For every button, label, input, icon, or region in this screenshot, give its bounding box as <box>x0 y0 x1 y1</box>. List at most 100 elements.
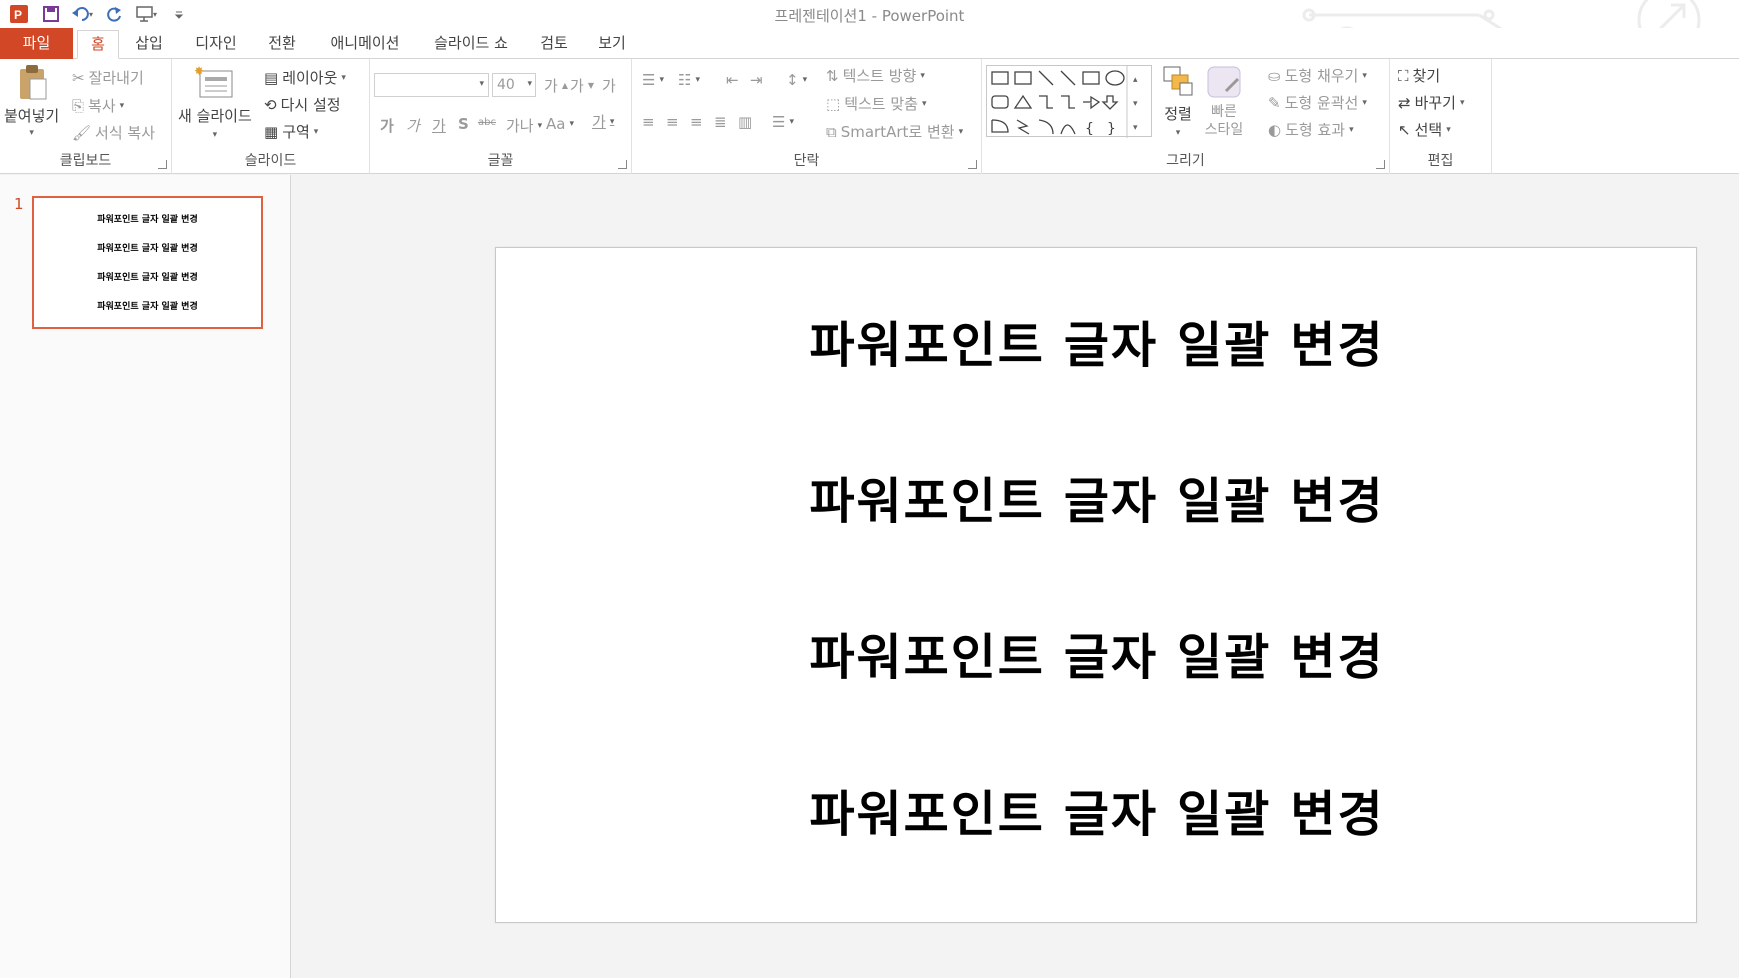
arrange-button[interactable]: 정렬 ▾ <box>1160 63 1196 138</box>
select-caret: ▾ <box>1446 124 1451 135</box>
shape-fill-label: 도형 채우기 <box>1284 67 1359 85</box>
arrange-caret: ▾ <box>1175 128 1181 138</box>
underline-button[interactable]: 가 <box>432 115 446 136</box>
tab-file[interactable]: 파일 <box>0 28 73 59</box>
font-group: ▾ 40 ▾ 가 ▲ 가 ▼ 가 가 가 가 S abc 가나 ▾ Aa ▾ 가 ▾ 글꼴 <box>370 59 632 174</box>
section-label: 구역 <box>282 123 310 141</box>
slide-canvas[interactable]: 파워포인트 글자 일괄 변경 파워포인트 글자 일괄 변경 파워포인트 글자 일… <box>495 247 1697 923</box>
shape-outline-button[interactable]: ✎ 도형 윤곽선 ▾ <box>1268 92 1367 113</box>
svg-text:✸: ✸ <box>194 65 204 78</box>
shape-fill-button[interactable]: ⛀ 도형 채우기 ▾ <box>1268 65 1367 86</box>
slide-thumbnail[interactable]: 파워포인트 글자 일괄 변경 파워포인트 글자 일괄 변경 파워포인트 글자 일… <box>32 196 263 329</box>
align-right-icon[interactable]: ≡ <box>690 113 703 131</box>
copy-button[interactable]: ⎘ 복사 ▾ <box>72 95 124 116</box>
character-spacing-button[interactable]: 가나 ▾ <box>506 115 542 136</box>
shadow-button[interactable]: S <box>458 115 469 133</box>
bold-button[interactable]: 가 <box>380 115 394 136</box>
drawing-launcher-icon[interactable] <box>1376 160 1385 169</box>
paste-button[interactable]: 붙여넣기 ▾ <box>4 63 59 138</box>
format-painter-label: 서식 복사 <box>95 124 156 142</box>
slide-text-line[interactable]: 파워포인트 글자 일괄 변경 <box>496 306 1698 377</box>
decrease-indent-icon[interactable]: ⇤ <box>726 71 739 89</box>
reset-icon: ⟲ <box>264 95 277 114</box>
justify-icon[interactable]: ≣ <box>714 113 727 131</box>
slide-number: 1 <box>14 195 24 213</box>
align-left-icon[interactable]: ≡ <box>642 113 655 131</box>
paintbrush-icon: 🖌 <box>72 123 92 142</box>
text-direction-button[interactable]: ⇅ 텍스트 방향 ▾ <box>826 65 925 86</box>
reset-label: 다시 설정 <box>280 96 341 114</box>
slide-text-line[interactable]: 파워포인트 글자 일괄 변경 <box>496 775 1698 846</box>
font-name-combo[interactable]: ▾ <box>374 73 489 97</box>
strikethrough-button[interactable]: abc <box>478 117 496 128</box>
clipboard-group-label: 클립보드 <box>59 153 112 169</box>
new-slide-label: 새 슬라이드 <box>178 107 252 125</box>
tab-animations[interactable]: 애니메이션 <box>320 30 410 59</box>
new-slide-icon: ✸ <box>194 65 233 98</box>
layout-icon: ▤ <box>264 68 279 87</box>
increase-indent-icon[interactable]: ⇥ <box>750 71 763 89</box>
bullets-icon[interactable]: ☰ ▾ <box>642 71 664 89</box>
tab-view[interactable]: 보기 <box>590 30 634 59</box>
tab-home[interactable]: 홈 <box>77 30 119 59</box>
italic-button[interactable]: 가 <box>406 115 420 136</box>
cut-button[interactable]: ✂ 잘라내기 <box>72 67 144 88</box>
clipboard-launcher-icon[interactable] <box>158 160 167 169</box>
tab-insert[interactable]: 삽입 <box>126 30 172 59</box>
font-name-caret: ▾ <box>479 79 484 89</box>
format-painter-button[interactable]: 🖌 서식 복사 <box>72 122 155 143</box>
slides-group-label: 슬라이드 <box>244 153 297 169</box>
select-button[interactable]: ↖ 선택 ▾ <box>1398 119 1451 140</box>
slide-text-line[interactable]: 파워포인트 글자 일괄 변경 <box>496 618 1698 689</box>
tab-review[interactable]: 검토 <box>532 30 576 59</box>
replace-button[interactable]: ⇄ 바꾸기 ▾ <box>1398 92 1465 113</box>
section-button[interactable]: ▦ 구역 ▾ <box>264 121 318 142</box>
smartart-button[interactable]: ⧉ SmartArt로 변환 ▾ <box>826 121 963 142</box>
drawing-group-label: 그리기 <box>1166 153 1205 169</box>
spacing-caret: ▾ <box>537 120 543 131</box>
arrange-label: 정렬 <box>1164 105 1192 123</box>
slide-text-line[interactable]: 파워포인트 글자 일괄 변경 <box>496 462 1698 533</box>
align-text-label: 텍스트 맞춤 <box>844 95 918 113</box>
change-case-button[interactable]: Aa ▾ <box>546 115 574 133</box>
numbering-icon[interactable]: ☷ ▾ <box>678 71 700 89</box>
pencil-icon: ✎ <box>1268 93 1281 112</box>
smartart-caret: ▾ <box>958 126 964 137</box>
font-size-combo[interactable]: 40 ▾ <box>492 73 536 97</box>
cursor-arrow-icon: ↖ <box>1398 120 1411 139</box>
thumbnail-text-line: 파워포인트 글자 일괄 변경 <box>97 273 198 283</box>
align-text-button[interactable]: ⬚ 텍스트 맞춤 ▾ <box>826 93 927 114</box>
shape-outline-caret: ▾ <box>1362 97 1367 108</box>
find-button[interactable]: ⛶ 찾기 <box>1398 65 1440 86</box>
grow-font-icon[interactable]: 가 ▲ <box>544 75 568 96</box>
new-slide-button[interactable]: ✸ 새 슬라이드 ▾ <box>178 65 252 140</box>
svg-text:▾: ▾ <box>1133 99 1138 109</box>
tab-design[interactable]: 디자인 <box>186 30 246 59</box>
line-spacing-icon[interactable]: ↕ ▾ <box>786 71 807 89</box>
slide-editor: 파워포인트 글자 일괄 변경 파워포인트 글자 일괄 변경 파워포인트 글자 일… <box>292 175 1739 978</box>
smartart-icon: ⧉ <box>826 122 837 141</box>
align-center-icon[interactable]: ≡ <box>666 113 679 131</box>
reset-button[interactable]: ⟲ 다시 설정 <box>264 94 341 115</box>
shape-effects-button[interactable]: ◐ 도형 효과 ▾ <box>1268 119 1354 140</box>
paragraph-group: ☰ ▾ ☷ ▾ ⇤ ⇥ ↕ ▾ ≡ ≡ ≡ ≣ ▥ ☰ ▾ ⇅ 텍스트 방향 ▾ ⬚ 텍… <box>632 59 982 174</box>
layout-button[interactable]: ▤ 레이아웃 ▾ <box>264 67 346 88</box>
shape-effects-caret: ▾ <box>1349 124 1354 135</box>
tab-slideshow[interactable]: 슬라이드 쇼 <box>424 30 518 59</box>
thumbnail-text-line: 파워포인트 글자 일괄 변경 <box>97 244 198 254</box>
thumbnail-text-line: 파워포인트 글자 일괄 변경 <box>97 215 198 225</box>
text-align-icon[interactable]: ☰ ▾ <box>772 113 794 131</box>
shrink-font-icon[interactable]: 가 ▼ <box>570 75 594 96</box>
copy-caret: ▾ <box>119 100 125 111</box>
font-launcher-icon[interactable] <box>618 160 627 169</box>
clear-formatting-icon[interactable]: 가 <box>602 75 616 96</box>
case-caret: ▾ <box>569 119 574 129</box>
quick-styles-button[interactable]: 빠른 스타일 <box>1204 63 1244 139</box>
shapes-gallery[interactable]: {} ▴ ▾ ▾ <box>986 65 1152 138</box>
paragraph-group-label: 단락 <box>793 153 820 169</box>
columns-icon[interactable]: ▥ <box>738 113 752 131</box>
font-color-button[interactable]: 가 ▾ <box>592 111 614 132</box>
paragraph-launcher-icon[interactable] <box>968 160 977 169</box>
tab-transitions[interactable]: 전환 <box>260 30 304 59</box>
shape-effects-icon: ◐ <box>1268 120 1282 139</box>
